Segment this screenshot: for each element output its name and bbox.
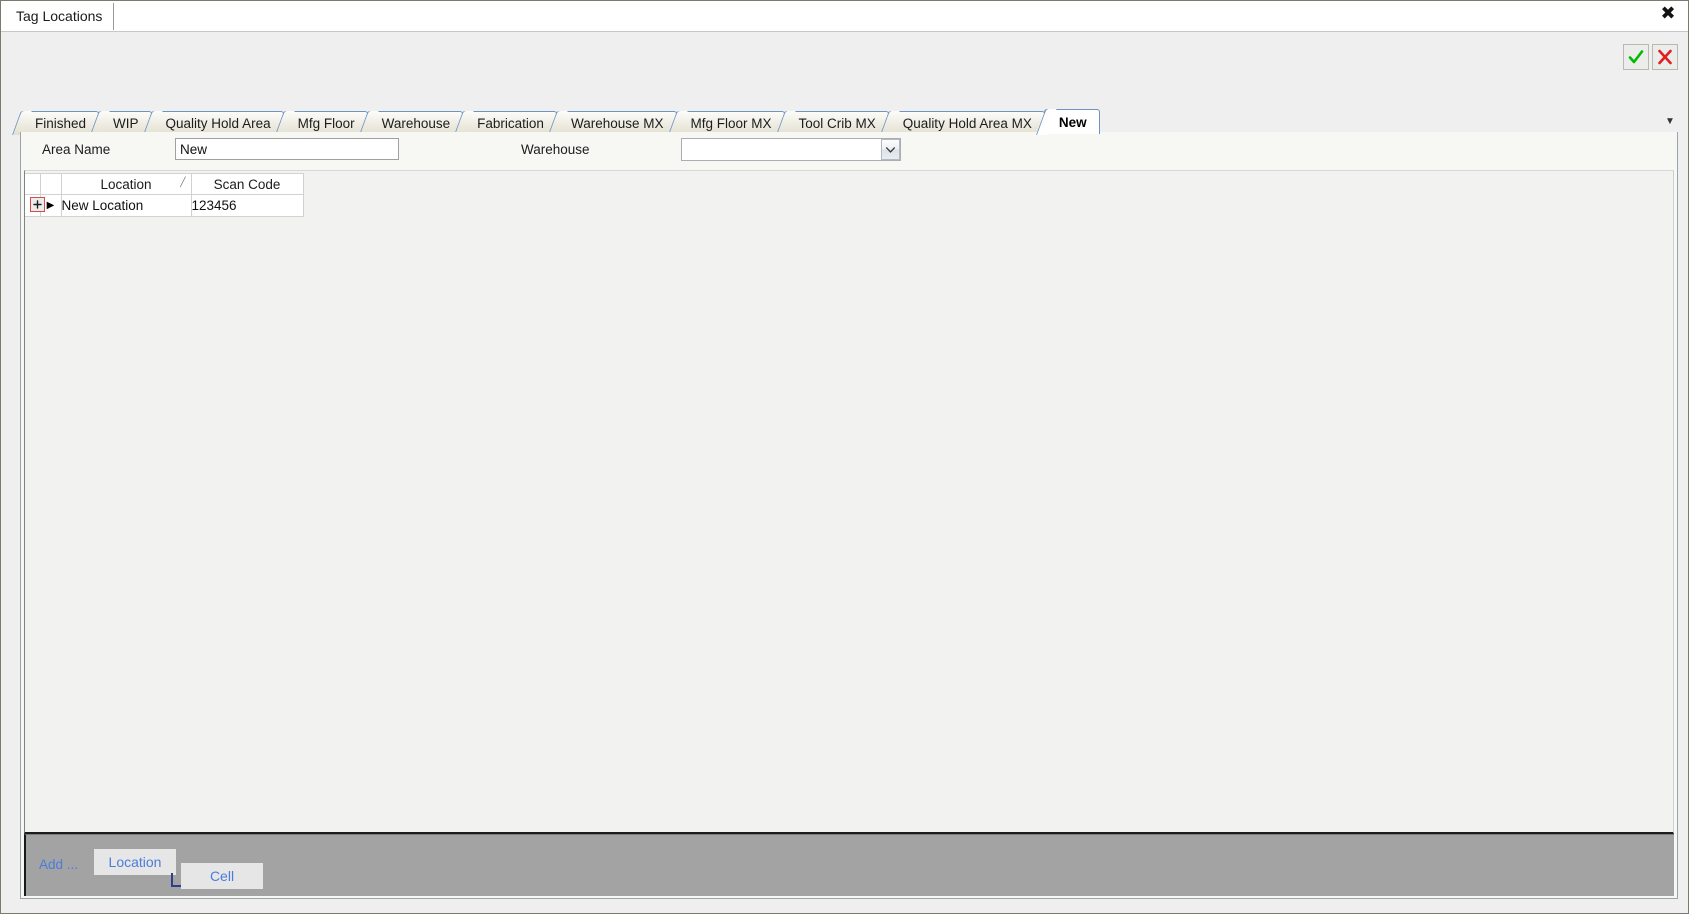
grid-column-location-label: Location [100,176,152,192]
grid-column-location[interactable]: Location ╱ [60,173,192,195]
tab-label: Warehouse MX [570,115,664,131]
chevron-down-icon[interactable] [881,139,900,160]
tab-new[interactable]: New [1043,109,1100,134]
check-icon [1628,50,1644,64]
grid-column-scan-code[interactable]: Scan Code [190,173,304,195]
area-name-label: Area Name [42,142,111,157]
grid-rowheader-corner [39,173,62,195]
tab-warehouse[interactable]: Warehouse [366,111,464,134]
window-body: Finished WIP Quality Hold Area Mfg Floor War… [1,32,1688,913]
expand-row-button[interactable] [30,197,45,212]
cross-icon [1658,49,1672,65]
tab-label: Warehouse [381,115,451,131]
locations-grid: Location ╱ Scan Code ▶ New Location 123456 [25,173,304,217]
confirm-button[interactable] [1623,44,1649,70]
cell-location[interactable]: New Location [60,194,192,217]
tab-label: New [1058,114,1087,130]
warehouse-label: Warehouse [521,142,590,157]
plus-icon [33,200,42,209]
tab-label: Mfg Floor MX [690,115,772,131]
tab-mfg-floor-mx[interactable]: Mfg Floor MX [675,111,785,134]
area-name-input[interactable] [175,138,399,160]
grid-indicator-corner [25,173,41,195]
tag-locations-window: Tag Locations ✖ Finished WIP Quality Hold … [0,0,1689,914]
add-toolbar: Add ... Location Cell [24,834,1674,896]
cell-scan-code[interactable]: 123456 [190,194,304,217]
add-cell-button[interactable]: Cell [181,863,263,889]
tab-finished[interactable]: Finished [20,111,100,134]
tab-quality-hold-area[interactable]: Quality Hold Area [150,111,284,134]
add-label: Add ... [39,857,79,872]
tab-label: Quality Hold Area [165,115,271,131]
action-button-group [1623,44,1678,70]
locations-grid-area: Location ╱ Scan Code ▶ New Location 123456 [24,170,1674,834]
window-titlebar: Tag Locations ✖ [1,1,1688,32]
add-location-button[interactable]: Location [94,849,176,875]
tab-label: Tool Crib MX [798,115,876,131]
tab-page-new: Area Name Warehouse [20,132,1678,899]
tab-mfg-floor[interactable]: Mfg Floor [282,111,368,134]
grid-header-row: Location ╱ Scan Code [25,173,304,195]
tab-quality-hold-area-mx[interactable]: Quality Hold Area MX [887,111,1045,134]
document-tab-label: Tag Locations [16,8,103,24]
document-tab-tag-locations[interactable]: Tag Locations [11,3,115,30]
table-row[interactable]: ▶ New Location 123456 [25,194,304,217]
tab-label: Quality Hold Area MX [902,115,1032,131]
tab-label: Mfg Floor [297,115,355,131]
tab-tool-crib-mx[interactable]: Tool Crib MX [783,111,889,134]
grid-body: ▶ New Location 123456 [25,194,304,217]
tab-strip: Finished WIP Quality Hold Area Mfg Floor War… [20,108,1678,134]
warehouse-combobox[interactable] [681,138,901,161]
close-icon[interactable]: ✖ [1657,4,1679,26]
tab-warehouse-mx[interactable]: Warehouse MX [555,111,677,134]
grid-column-scan-code-label: Scan Code [213,176,281,192]
sort-ascending-icon: ╱ [180,178,186,188]
form-row: Area Name Warehouse [21,132,1677,170]
tab-label: Fabrication [477,115,544,131]
grid-header: Location ╱ Scan Code [25,173,304,195]
cancel-button[interactable] [1652,44,1678,70]
tab-list: Finished WIP Quality Hold Area Mfg Floor War… [20,108,1100,134]
tab-label: Finished [35,115,87,131]
tab-overflow-chevron-down-icon[interactable]: ▼ [1662,113,1678,129]
tab-label: WIP [113,115,139,131]
tab-fabrication[interactable]: Fabrication [462,111,557,134]
